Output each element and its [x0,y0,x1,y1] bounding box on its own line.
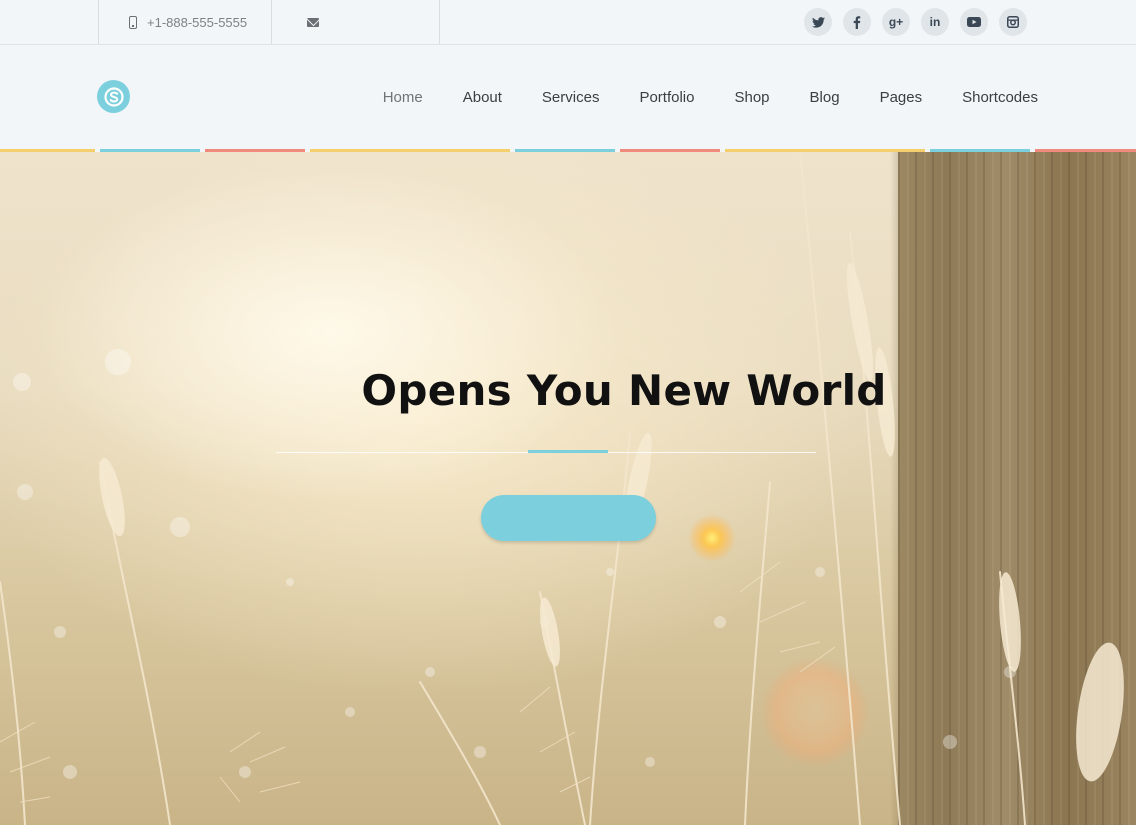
mobile-phone-icon [129,15,137,29]
nav-home[interactable]: Home [383,89,423,106]
youtube-icon[interactable] [960,8,988,36]
hero-divider-accent [528,450,608,453]
nav-pages[interactable]: Pages [880,89,923,106]
facebook-icon[interactable] [843,8,871,36]
nav-services[interactable]: Services [542,89,600,106]
google-plus-icon[interactable]: g+ [882,8,910,36]
hero-slider: Opens You New World [0,152,1136,825]
site-logo-s-icon[interactable] [97,80,130,113]
email-contact[interactable] [271,0,440,44]
linkedin-icon[interactable]: in [921,8,949,36]
hero-title: Opens You New World [361,366,887,415]
nav-portfolio[interactable]: Portfolio [639,89,694,106]
hero-cta-button[interactable] [481,495,656,541]
nav-shortcodes[interactable]: Shortcodes [962,89,1038,106]
top-info-bar: +1-888-555-5555 g+ in [0,0,1136,45]
twitter-icon[interactable] [804,8,832,36]
nav-blog[interactable]: Blog [810,89,840,106]
instagram-icon[interactable] [999,8,1027,36]
meadow-grass-image [0,152,1124,825]
nav-shop[interactable]: Shop [734,89,769,106]
site-header: Home About Services Portfolio Shop Blog … [0,45,1136,149]
social-links: g+ in [804,8,1027,36]
phone-number[interactable]: +1-888-555-5555 [147,15,247,30]
main-navigation: Home About Services Portfolio Shop Blog … [343,45,1038,149]
envelope-icon[interactable] [307,17,319,27]
nav-about[interactable]: About [463,89,502,106]
phone-contact: +1-888-555-5555 [98,0,271,44]
